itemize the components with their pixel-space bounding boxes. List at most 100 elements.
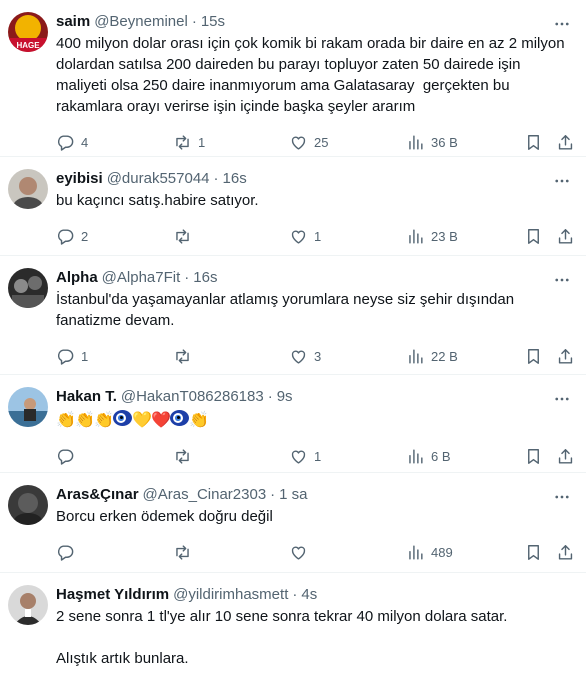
- display-name[interactable]: Hakan T.: [56, 387, 117, 407]
- like-button[interactable]: [289, 543, 314, 562]
- bookmark-button[interactable]: [524, 347, 543, 366]
- share-icon: [558, 134, 573, 150]
- share-button[interactable]: [556, 543, 575, 562]
- user-handle[interactable]: @Aras_Cinar2303: [143, 485, 267, 505]
- clapping-hands-emoji: 👏: [189, 412, 209, 429]
- tweet-actions: 2 1 23 B: [56, 217, 573, 255]
- more-options-icon[interactable]: [552, 270, 572, 290]
- reply-button[interactable]: 1: [56, 347, 88, 366]
- retweet-icon: [176, 228, 189, 244]
- separator-dot: ·: [292, 586, 298, 603]
- display-name[interactable]: Aras&Çınar: [56, 485, 139, 505]
- more-options-icon[interactable]: [552, 14, 572, 34]
- view-count: 489: [431, 544, 453, 560]
- tweet[interactable]: Hakan T. @HakanT086286183 · 9s 👏 👏 👏 💛 ❤…: [0, 375, 586, 473]
- avatar[interactable]: HAGE: [8, 12, 48, 52]
- tweet[interactable]: Alpha @Alpha7Fit · 16s İstanbul'da yaşam…: [0, 256, 586, 375]
- more-options-icon[interactable]: [552, 389, 572, 409]
- bookmark-button[interactable]: [524, 447, 543, 466]
- retweet-button[interactable]: [173, 227, 198, 246]
- display-name[interactable]: Alpha: [56, 268, 98, 288]
- views-button[interactable]: 23 B: [406, 227, 458, 246]
- avatar[interactable]: [8, 268, 48, 308]
- heart-icon: [291, 136, 306, 150]
- like-button[interactable]: 25: [289, 133, 328, 152]
- like-count: 25: [314, 134, 329, 150]
- display-name[interactable]: saim: [56, 12, 90, 32]
- reply-button[interactable]: 2: [56, 227, 88, 246]
- share-button[interactable]: [556, 347, 575, 366]
- views-button[interactable]: 6 B: [406, 447, 451, 466]
- retweet-button[interactable]: [173, 543, 198, 562]
- timestamp[interactable]: 4s: [301, 585, 317, 605]
- tweet-header: Alpha @Alpha7Fit · 16s: [56, 268, 570, 288]
- view-count: 36 B: [431, 134, 458, 150]
- retweet-button[interactable]: 1: [173, 133, 205, 152]
- tweet[interactable]: eyibisi @durak557044 · 16s bu kaçıncı sa…: [0, 157, 586, 256]
- views-chart-icon: [409, 448, 423, 464]
- clapping-hands-emoji: 👏: [56, 412, 76, 429]
- user-handle[interactable]: @yildirimhasmett: [173, 585, 288, 605]
- bookmark-icon: [528, 544, 539, 560]
- share-icon: [558, 228, 573, 244]
- clapping-hands-emoji: 👏: [94, 412, 114, 429]
- avatar[interactable]: [8, 585, 48, 625]
- display-name[interactable]: eyibisi: [56, 169, 103, 189]
- tweet[interactable]: Haşmet Yıldırım @yildirimhasmett · 4s 2 …: [0, 573, 586, 684]
- views-button[interactable]: 36 B: [406, 133, 458, 152]
- like-button[interactable]: 1: [289, 447, 321, 466]
- user-handle[interactable]: @durak557044: [107, 169, 210, 189]
- separator-dot: ·: [267, 388, 273, 405]
- avatar[interactable]: [8, 485, 48, 525]
- tweet-emojis: 👏 👏 👏 💛 ❤️ 👏: [56, 409, 570, 431]
- share-button[interactable]: [556, 447, 575, 466]
- like-button[interactable]: 3: [289, 347, 321, 366]
- share-button[interactable]: [556, 133, 575, 152]
- reply-button[interactable]: [56, 543, 81, 562]
- user-handle[interactable]: @Beyneminel: [94, 12, 188, 32]
- heart-icon: [291, 546, 306, 560]
- avatar[interactable]: [8, 387, 48, 427]
- timestamp[interactable]: 16s: [193, 268, 217, 288]
- separator-dot: ·: [184, 269, 190, 286]
- user-handle[interactable]: @Alpha7Fit: [102, 268, 181, 288]
- views-chart-icon: [409, 544, 423, 560]
- timestamp[interactable]: 16s: [223, 169, 247, 189]
- like-count: 3: [314, 348, 322, 364]
- retweet-button[interactable]: [173, 347, 198, 366]
- reply-count: 1: [81, 348, 89, 364]
- like-button[interactable]: 1: [289, 227, 321, 246]
- display-name[interactable]: Haşmet Yıldırım: [56, 585, 169, 605]
- reply-icon: [57, 134, 74, 151]
- avatar[interactable]: [8, 169, 48, 209]
- timestamp[interactable]: 1 sa: [279, 485, 307, 505]
- user-handle[interactable]: @HakanT086286183: [121, 387, 264, 407]
- timestamp[interactable]: 9s: [277, 387, 293, 407]
- tweet-text: 2 sene sonra 1 tl'ye alır 10 sene sonra …: [56, 608, 508, 667]
- tweet[interactable]: Aras&Çınar @Aras_Cinar2303 · 1 sa Borcu …: [0, 473, 586, 573]
- view-count: 23 B: [431, 228, 458, 244]
- reply-count: 2: [81, 228, 89, 244]
- more-options-icon[interactable]: [552, 171, 572, 191]
- tweet-header: eyibisi @durak557044 · 16s: [56, 169, 570, 189]
- views-button[interactable]: 22 B: [406, 347, 458, 366]
- views-button[interactable]: 489: [406, 543, 453, 562]
- separator-dot: ·: [213, 170, 219, 187]
- tweet-text: bu kaçıncı satış.habire satıyor.: [56, 192, 259, 209]
- reply-button[interactable]: 4: [56, 133, 88, 152]
- red-heart-emoji: ❤️: [151, 412, 171, 429]
- heart-icon: [291, 450, 306, 464]
- share-icon: [558, 448, 573, 464]
- timestamp[interactable]: 15s: [201, 12, 225, 32]
- retweet-icon: [176, 134, 189, 150]
- share-button[interactable]: [556, 227, 575, 246]
- views-chart-icon: [409, 348, 423, 364]
- yellow-heart-emoji: 💛: [132, 412, 152, 429]
- bookmark-button[interactable]: [524, 133, 543, 152]
- retweet-button[interactable]: [173, 447, 198, 466]
- tweet[interactable]: HAGE saim @Beyneminel · 15s 400 milyon d…: [0, 0, 586, 157]
- bookmark-button[interactable]: [524, 227, 543, 246]
- more-options-icon[interactable]: [552, 487, 572, 507]
- reply-button[interactable]: [56, 447, 81, 466]
- bookmark-button[interactable]: [524, 543, 543, 562]
